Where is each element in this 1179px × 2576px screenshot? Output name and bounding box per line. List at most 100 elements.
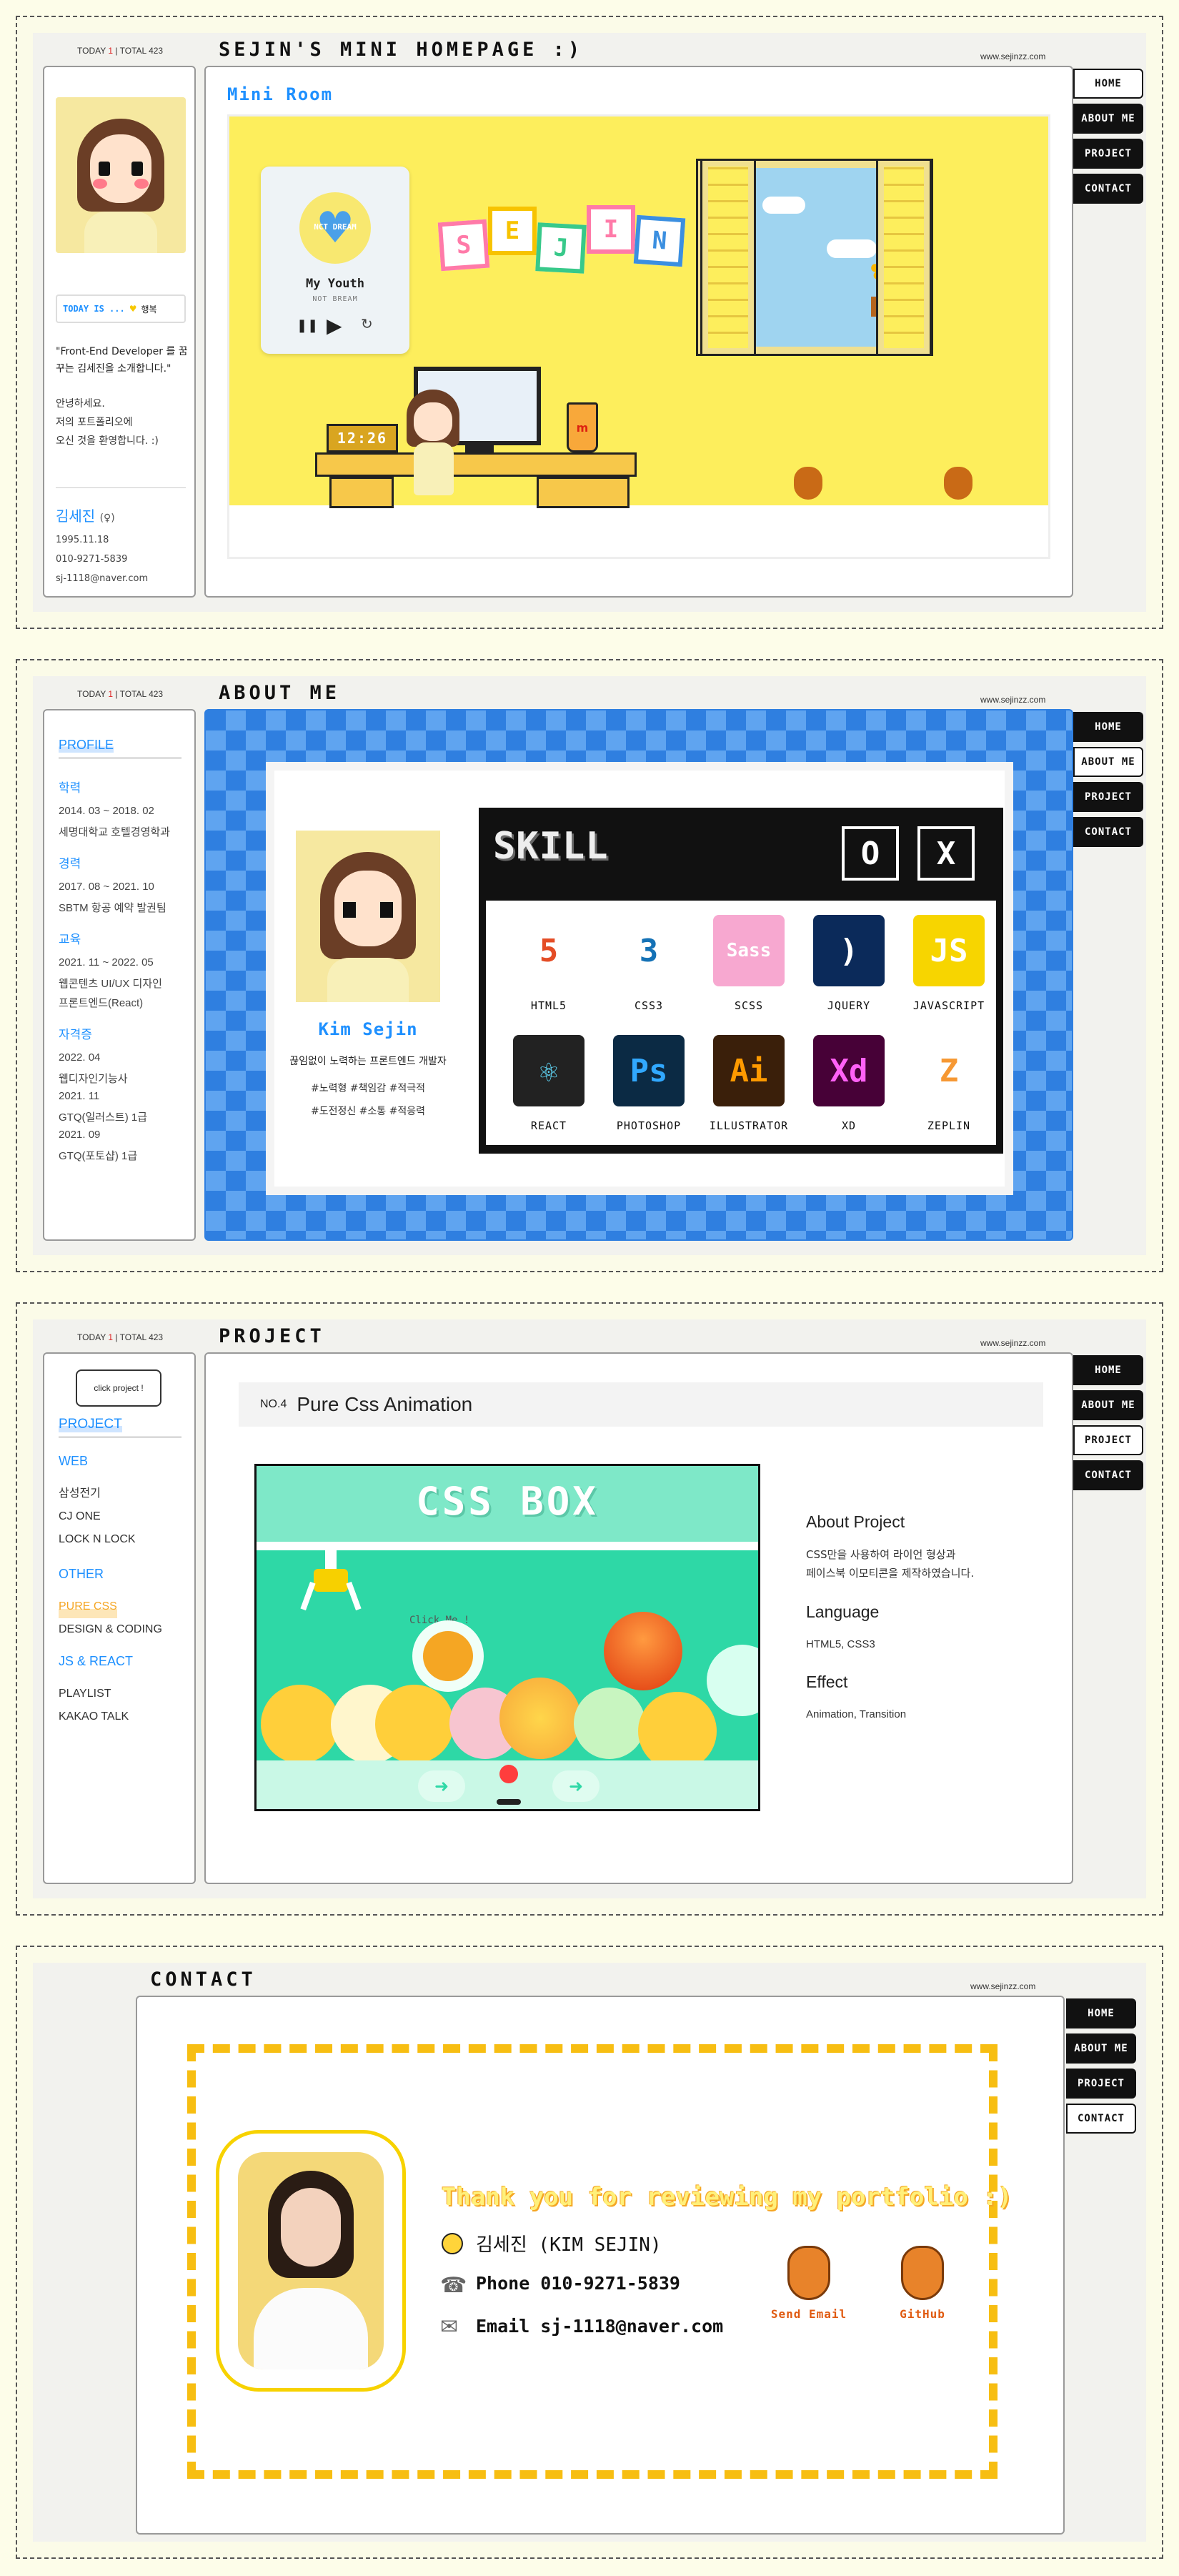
project-link[interactable]: KAKAO TALK (59, 1705, 129, 1728)
project-title: Pure Css Animation (297, 1393, 473, 1415)
smile-icon (442, 2233, 463, 2254)
nav-about[interactable]: ABOUT ME (1066, 2033, 1136, 2064)
angry-emoji[interactable] (604, 1612, 682, 1690)
sad-emoji[interactable] (638, 1692, 717, 1770)
github-button[interactable]: GitHub (883, 2246, 962, 2324)
category-web: WEB (59, 1454, 89, 1468)
about-project-text: 페이스북 이모티콘을 제작하였습니다. (806, 1567, 975, 1580)
acorn-icon (901, 2246, 944, 2300)
refresh-icon[interactable]: ↻ (361, 315, 373, 332)
letter-block: E (488, 207, 537, 255)
site-url[interactable]: www.sejinzz.com (980, 51, 1045, 61)
profile-group-heading: 자격증 (59, 1028, 92, 1042)
profile-group-line: 세명대학교 호텔경영학과 (59, 826, 170, 838)
right-arrow-button[interactable]: ➜ (552, 1770, 600, 1802)
profile-sidebar: TODAY IS ... ♥ 행복 "Front-End Developer 를… (43, 66, 196, 598)
profile-group-line: 웹콘텐츠 UI/UX 디자인 (59, 978, 162, 990)
greeting-line: 오신 것을 환영합니다. :) (56, 435, 159, 447)
project-link[interactable]: CJ ONE (59, 1505, 136, 1528)
play-icon[interactable]: ▶ (327, 314, 342, 337)
ryan-ball[interactable] (412, 1620, 484, 1692)
section-title: CONTACT (150, 1968, 257, 1991)
profile-group-line: 2017. 08 ~ 2021. 10 (59, 881, 154, 893)
drop-button[interactable] (499, 1765, 518, 1783)
ball (707, 1645, 758, 1716)
about-window: Kim Sejin 끊임없이 노력하는 프론트엔드 개발자 #노력형 #책임감 … (266, 762, 1013, 1195)
card-name: Kim Sejin (318, 1019, 418, 1039)
room-title: Mini Room (227, 84, 334, 104)
skill-icon-react: ⚛ (513, 1035, 584, 1106)
project-link[interactable]: 삼성전기 (59, 1482, 136, 1505)
project-link-active[interactable]: PURE CSS (59, 1595, 117, 1618)
skill-label: ILLUSTRATOR (709, 1119, 789, 1132)
window-shutter (876, 159, 932, 356)
send-email-button[interactable]: Send Email (766, 2246, 852, 2324)
skill-label: XD (841, 1119, 857, 1132)
site-url[interactable]: www.sejinzz.com (970, 1981, 1035, 1991)
birth-date: 1995.11.18 (56, 535, 109, 545)
contact-email[interactable]: Email sj-1118@naver.com (476, 2316, 723, 2337)
nav-project[interactable]: PROJECT (1073, 1425, 1143, 1455)
nav-menu: HOME ABOUT ME PROJECT CONTACT (1066, 1998, 1136, 2139)
effect-value: Animation, Transition (806, 1708, 907, 1720)
profile-group-line: 웹디자인기능사 (59, 1073, 128, 1085)
profile-group-line: GTQ(일러스트) 1급 (59, 1111, 147, 1124)
left-arrow-button[interactable]: ➜ (418, 1770, 465, 1802)
divider (56, 487, 186, 488)
main-panel: Kim Sejin 끊임없이 노력하는 프론트엔드 개발자 #노력형 #책임감 … (204, 709, 1073, 1241)
about-project-heading: About Project (806, 1512, 905, 1531)
clock: 12:26 (327, 424, 398, 452)
visit-counter: TODAY 1 | TOTAL 423 (77, 1332, 164, 1342)
nav-project[interactable]: PROJECT (1073, 139, 1143, 169)
card-tags: #노력형 #책임감 #적극적 (310, 1083, 425, 1094)
album-art-text: NCT DREAM (314, 222, 357, 232)
nav-home[interactable]: HOME (1073, 1355, 1143, 1385)
nav-about[interactable]: ABOUT ME (1073, 1390, 1143, 1420)
laugh-emoji[interactable] (261, 1685, 339, 1763)
language-value: HTML5, CSS3 (806, 1638, 875, 1650)
smile-emoji[interactable] (499, 1678, 581, 1759)
language-heading: Language (806, 1602, 880, 1621)
skill-close-button[interactable]: X (917, 826, 975, 881)
drink-cup: m (567, 402, 598, 452)
nav-about[interactable]: ABOUT ME (1073, 104, 1143, 134)
letter-block: I (587, 205, 635, 254)
nav-home[interactable]: HOME (1073, 712, 1143, 742)
site-url[interactable]: www.sejinzz.com (980, 695, 1045, 705)
contact-phone[interactable]: Phone 010-9271-5839 (476, 2273, 680, 2294)
project-link[interactable]: DESIGN & CODING (59, 1618, 162, 1641)
intro-quote: "Front-End Developer 를 꿈꾸는 김세진을 소개합니다." (56, 346, 188, 375)
skill-label: JQUERY (827, 999, 871, 1012)
skill-label: JAVASCRIPT (912, 999, 985, 1012)
nav-project[interactable]: PROJECT (1073, 782, 1143, 812)
email-address[interactable]: sj-1118@naver.com (56, 569, 148, 588)
music-title: My Youth (306, 277, 364, 291)
letter-block: J (535, 222, 587, 274)
skill-icon-zeplin: Z (913, 1035, 985, 1106)
nav-contact[interactable]: CONTACT (1066, 2104, 1136, 2134)
wow-emoji[interactable] (375, 1685, 454, 1763)
project-link[interactable]: LOCK N LOCK (59, 1528, 136, 1551)
section-project: TODAY 1 | TOTAL 423 PROJECT www.sejinzz.… (16, 1302, 1163, 1916)
nav-contact[interactable]: CONTACT (1073, 817, 1143, 847)
css-box-demo[interactable]: CSS BOX Click Me ! ➜ ➜ (254, 1464, 760, 1811)
visit-counter: TODAY 1 | TOTAL 423 (77, 46, 164, 56)
pause-icon[interactable]: ❚❚ (297, 318, 318, 333)
nav-project[interactable]: PROJECT (1066, 2069, 1136, 2099)
project-link[interactable]: PLAYLIST (59, 1683, 129, 1705)
section-title: ABOUT ME (219, 682, 341, 704)
skill-icon-scss: Sass (713, 915, 785, 986)
section-about: TODAY 1 | TOTAL 423 ABOUT ME www.sejinzz… (16, 659, 1163, 1272)
photo-frame (216, 2130, 406, 2392)
profile-card: Kim Sejin 끊임없이 노력하는 프론트엔드 개발자 #노력형 #책임감 … (274, 771, 462, 1187)
nav-home[interactable]: HOME (1073, 69, 1143, 99)
site-url[interactable]: www.sejinzz.com (980, 1338, 1045, 1348)
nav-contact[interactable]: CONTACT (1073, 174, 1143, 204)
skill-ok-button[interactable]: O (842, 826, 899, 881)
nav-home[interactable]: HOME (1066, 1998, 1136, 2028)
nav-contact[interactable]: CONTACT (1073, 1460, 1143, 1490)
nav-about[interactable]: ABOUT ME (1073, 747, 1143, 777)
contact-name: 김세진 (KIM SEJIN) (476, 2234, 662, 2256)
visit-counter: TODAY 1 | TOTAL 423 (77, 689, 164, 699)
profile-name: 김세진 (56, 507, 96, 525)
